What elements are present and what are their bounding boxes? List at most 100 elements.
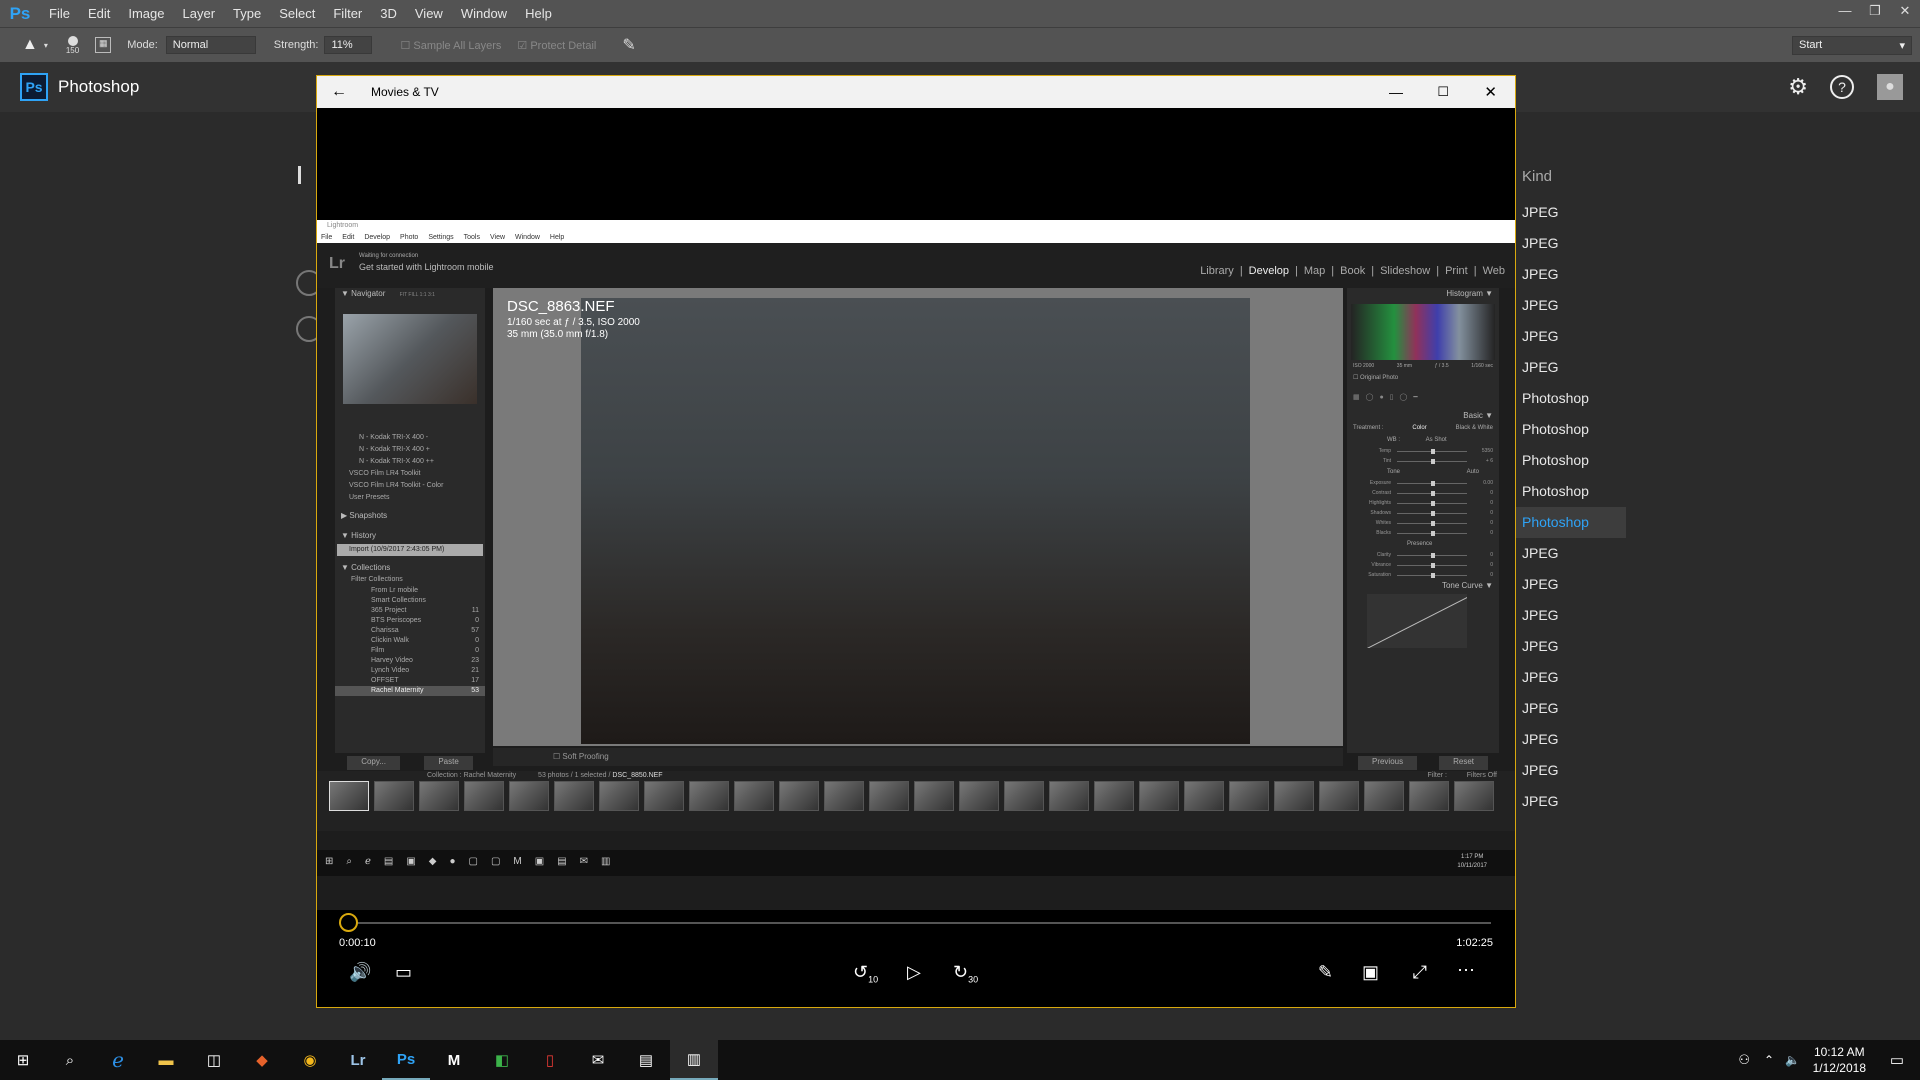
hist-shutter: 1/160 sec [1471,363,1493,369]
menu-window[interactable]: Window [452,6,516,21]
filmstrip-filter-value: Filters Off [1466,772,1497,779]
play-icon[interactable]: ▷ [907,962,921,983]
kind-cell[interactable]: JPEG [1516,662,1626,693]
taskbar-clock[interactable]: 10:12 AM 1/12/2018 [1813,1044,1866,1076]
kind-cell[interactable]: JPEG [1516,352,1626,383]
menu-layer[interactable]: Layer [174,6,225,21]
kind-cell[interactable]: JPEG [1516,290,1626,321]
gear-icon[interactable]: ⚙ [1788,74,1808,100]
kind-cell[interactable]: Photoshop [1516,476,1626,507]
kind-cell[interactable]: JPEG [1516,259,1626,290]
kind-cell[interactable]: JPEG [1516,538,1626,569]
protect-detail-checkbox[interactable]: ☑ Protect Detail [517,39,596,52]
mail-icon[interactable]: ✉ [574,1040,622,1080]
menu-type[interactable]: Type [224,6,270,21]
camtasia-icon[interactable]: ◧ [478,1040,526,1080]
wb-label: WB : [1387,437,1400,443]
edge-icon[interactable]: ℯ [94,1040,142,1080]
slider-track [1397,520,1467,526]
volume-icon[interactable]: 🔊 [349,962,371,983]
skip-forward-button[interactable]: ↻30 [953,962,978,985]
pressure-icon[interactable]: ✎ [622,35,635,55]
captions-icon[interactable]: ▭ [395,962,412,983]
mode-select[interactable]: Normal [165,36,256,54]
more-options-icon[interactable]: ⋯ [1457,960,1475,981]
filmstrip-thumbnail [1094,781,1134,811]
file-explorer-icon[interactable]: ▬ [142,1040,190,1080]
minimize-icon[interactable]: — [1389,84,1403,100]
start-icon[interactable]: ⊞ [0,1040,46,1080]
mendeley-icon[interactable]: M [430,1040,478,1080]
acrobat-icon[interactable]: ▯ [526,1040,574,1080]
workspace-select[interactable]: Start ▾ [1792,35,1912,55]
store-icon[interactable]: ◫ [190,1040,238,1080]
menu-filter[interactable]: Filter [324,6,371,21]
notifications-icon[interactable]: ▭ [1890,1051,1904,1069]
search-icon[interactable]: ⌕ [46,1040,94,1080]
kind-cell[interactable]: Photoshop [1516,414,1626,445]
menu-file[interactable]: File [40,6,79,21]
people-icon[interactable]: ⚇ [1738,1052,1750,1068]
kind-cell[interactable]: JPEG [1516,631,1626,662]
brush-panel-icon[interactable]: ▦ [95,37,112,53]
slider-name: Whites [1375,520,1391,526]
menu-select[interactable]: Select [270,6,324,21]
kind-cell[interactable]: JPEG [1516,693,1626,724]
menu-edit[interactable]: Edit [79,6,119,21]
kind-cell[interactable]: Photoshop [1516,445,1626,476]
calculator-icon[interactable]: ▤ [622,1040,670,1080]
collection-count: 11 [471,607,479,614]
seek-bar[interactable] [339,922,1491,924]
kind-cell[interactable]: JPEG [1516,197,1626,228]
sharpen-tool-icon[interactable]: ▲ [22,36,38,54]
lightroom-icon[interactable]: Lr [334,1040,382,1080]
slider-track [1397,490,1467,496]
seek-thumb[interactable] [339,913,358,932]
copy-paste-bar: Copy... Paste [335,756,485,770]
slider-value: 0 [1490,500,1493,506]
pencil-icon[interactable]: ✎ [1318,962,1333,983]
menu-view[interactable]: View [406,6,452,21]
menu-help[interactable]: Help [516,6,561,21]
close-icon[interactable]: ✕ [1484,83,1497,101]
movies-tv-icon[interactable]: ▥ [670,1040,718,1080]
collection-item: OFFSET 17 [335,676,485,686]
fullscreen-icon[interactable]: ⤢ [1413,962,1427,983]
kind-cell[interactable]: Photoshop [1516,507,1626,538]
kind-cell[interactable]: JPEG [1516,321,1626,352]
close-icon[interactable]: ✕ [1890,0,1920,27]
presence-sliders: Clarity 0 Vibrance 0 Saturation 0 [1347,550,1499,580]
chevron-down-icon[interactable]: ▾ [44,41,48,50]
chrome-icon[interactable]: ◉ [286,1040,334,1080]
kind-cell[interactable]: JPEG [1516,569,1626,600]
back-arrow-icon[interactable]: ← [331,83,347,101]
skip-back-button[interactable]: ↺10 [853,962,878,985]
strength-input[interactable]: 11% [324,36,373,54]
sketchbook-icon[interactable]: ◆ [238,1040,286,1080]
photoshop-icon[interactable]: Ps [382,1040,430,1080]
avatar[interactable]: ● [1877,74,1903,100]
mini-view-icon[interactable]: ▣ [1362,962,1379,983]
kind-cell[interactable]: Photoshop [1516,383,1626,414]
restore-icon[interactable]: ❐ [1860,0,1890,27]
filmstrip-thumbnail [734,781,774,811]
slider-name: Temp [1378,448,1391,454]
slider-value: 0 [1490,572,1493,578]
minimize-icon[interactable]: — [1830,0,1860,27]
speaker-icon[interactable]: 🔈 [1785,1053,1800,1067]
kind-cell[interactable]: JPEG [1516,228,1626,259]
brush-preset-picker[interactable]: 150 [66,35,79,55]
sample-all-layers-checkbox[interactable]: ☐ Sample All Layers [400,39,501,52]
kind-cell[interactable]: JPEG [1516,786,1626,817]
inner-clock: 1:17 PM 10/11/2017 [1457,853,1487,871]
kind-cell[interactable]: JPEG [1516,724,1626,755]
maximize-icon[interactable]: ☐ [1437,84,1449,100]
menu-image[interactable]: Image [119,6,173,21]
filmstrip-thumbnail [1229,781,1269,811]
help-icon[interactable]: ? [1830,75,1854,99]
lr-module-picker: Library | Develop | Map | Book | Slideshow | … [1200,265,1505,277]
menu-3d[interactable]: 3D [371,6,406,21]
kind-cell[interactable]: JPEG [1516,755,1626,786]
chevron-up-icon[interactable]: ⌃ [1764,1053,1774,1067]
kind-cell[interactable]: JPEG [1516,600,1626,631]
